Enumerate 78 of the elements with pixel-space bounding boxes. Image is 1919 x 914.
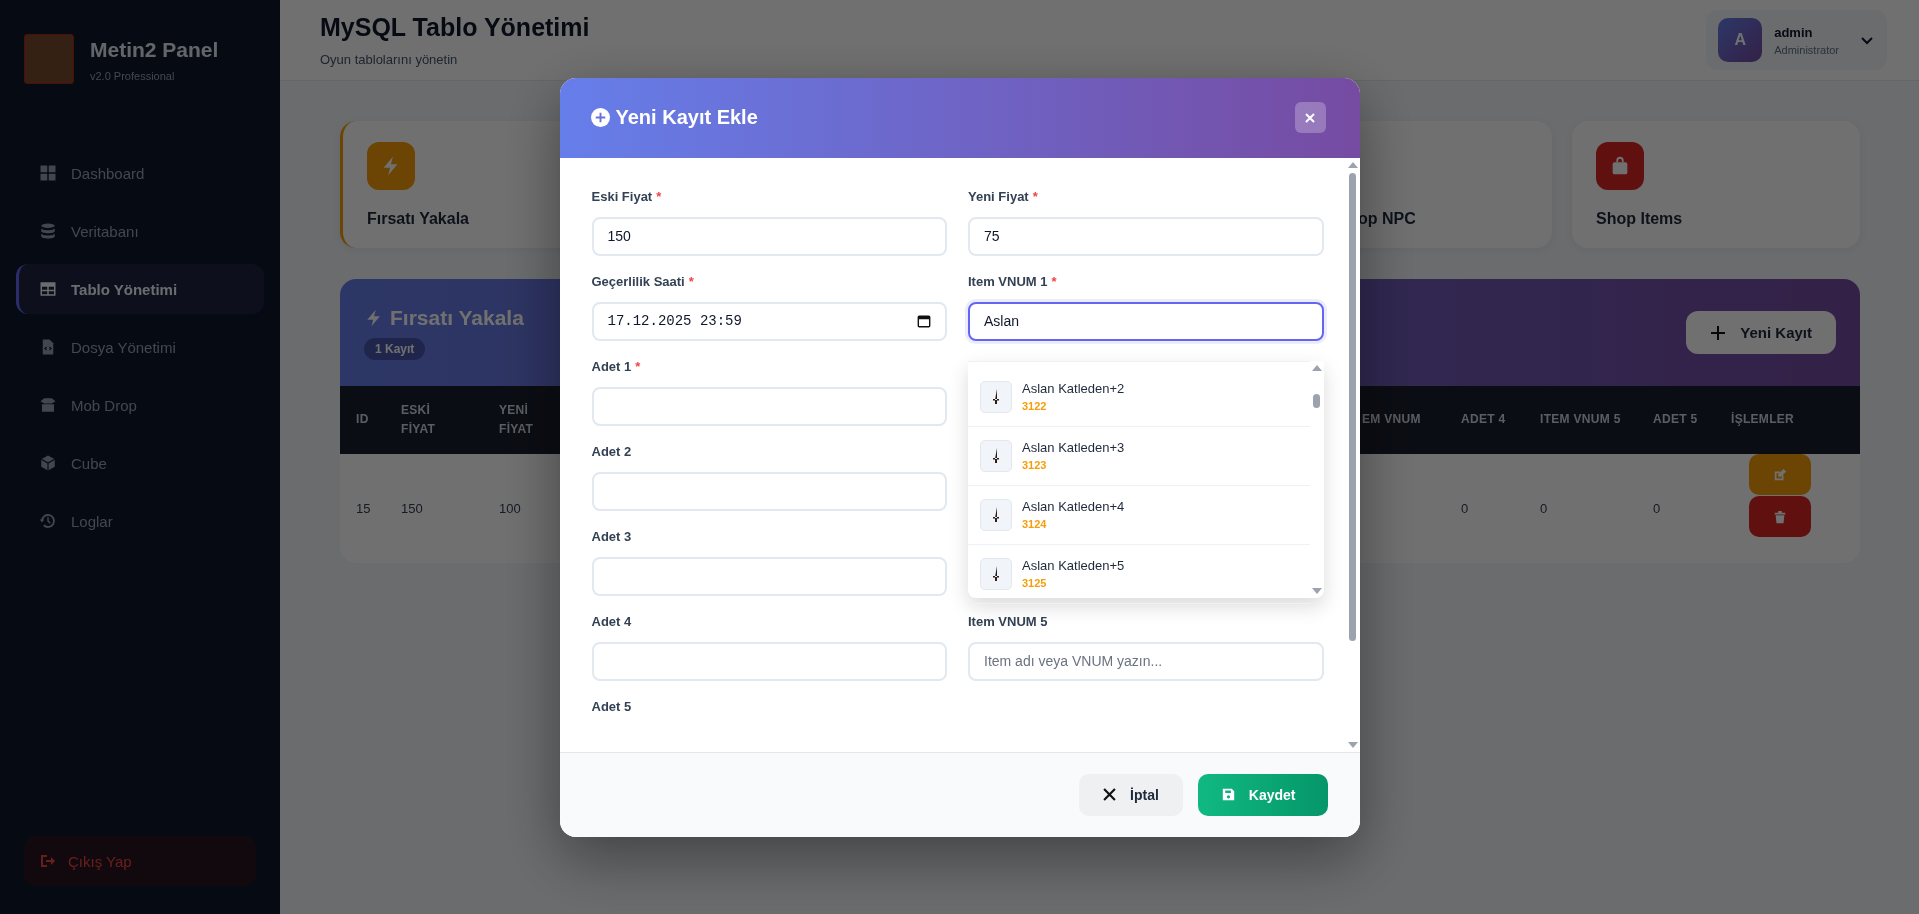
close-icon [1305, 112, 1315, 123]
input-field[interactable]: 75 [968, 216, 1324, 256]
input-field[interactable] [591, 386, 947, 426]
plus-icon [1710, 324, 1727, 341]
edit-button[interactable] [1748, 454, 1811, 495]
item-code: 3125 [1022, 577, 1048, 589]
item-name: Aslan Katleden+3 [1022, 440, 1125, 455]
box-icon [39, 396, 57, 414]
datetime-field[interactable]: 17.12.2025 23:59 [591, 301, 947, 341]
input-field[interactable] [591, 556, 947, 596]
table-cell-text: 0 [1460, 500, 1470, 518]
suggestion-item[interactable]: Aslan Katleden+4 3124 [968, 485, 1310, 545]
input-field[interactable]: Aslan [968, 301, 1324, 341]
brand-title: Metin2 Panel [90, 38, 219, 62]
user-avatar: A [1718, 18, 1763, 62]
input-field[interactable] [591, 641, 947, 681]
table-cell-text: 15 [355, 500, 372, 518]
field-label: Adet 3 [591, 528, 633, 545]
add-record-button[interactable]: Yeni Kayıt [1686, 311, 1836, 354]
trash-icon [1772, 509, 1787, 524]
plus-circle-icon [590, 108, 610, 127]
input-field[interactable] [591, 471, 947, 511]
history-icon [39, 512, 57, 530]
field-label: Adet 4 [591, 613, 633, 630]
table-cell-text: 0 [1539, 500, 1549, 518]
sidebar-item[interactable]: Cube [16, 438, 264, 488]
item-code: 3123 [1022, 459, 1048, 471]
cancel-button[interactable]: İptal [1079, 773, 1183, 816]
close-icon [1103, 788, 1117, 801]
user-name: admin [1774, 24, 1814, 40]
item-name: Aslan Katleden+2 [1022, 381, 1125, 396]
suggestion-item[interactable]: Aslan Katleden+5 3125 [968, 544, 1310, 604]
table-icon [39, 280, 57, 298]
field-label: Adet 2 [591, 443, 633, 460]
field-label: Adet 1 * [591, 358, 642, 375]
table-title: Fırsatı Yakala [364, 305, 524, 330]
field-label: Item VNUM 1 * [968, 273, 1058, 290]
user-role: Administrator [1774, 43, 1839, 56]
item-code: 3124 [1022, 518, 1048, 530]
avatar-placeholder [24, 34, 74, 84]
brand-subtitle: v2.0 Professional [90, 70, 176, 82]
column-header: İŞLEMLER [1715, 386, 1860, 454]
suggestion-item[interactable]: Aslan Katleden+3 3123 [968, 426, 1310, 486]
logout-icon [40, 853, 56, 869]
column-header: ADET 5 [1637, 386, 1715, 454]
page-subtitle: Oyun tablolarını yönetin [320, 52, 459, 67]
input-field[interactable]: 150 [591, 216, 947, 256]
table-cell-text: 150 [400, 500, 424, 518]
suggestion-item[interactable]: Aslan Katleden+2 3122 [968, 367, 1310, 427]
save-button[interactable]: Kaydet [1197, 773, 1328, 816]
column-header: ADET 4 [1445, 386, 1524, 454]
delete-button[interactable] [1748, 496, 1811, 537]
edit-icon [1772, 467, 1787, 482]
page-title: MySQL Tablo Yönetimi [320, 13, 590, 42]
table-card[interactable]: Shop Items [1572, 121, 1860, 248]
sidebar-item[interactable]: Veritabanı [16, 206, 264, 256]
field-label: Item VNUM 5 [968, 613, 1049, 630]
table-cell-text: 0 [1652, 500, 1662, 518]
sidebar-item[interactable]: Dosya Yönetimi [16, 322, 264, 372]
user-menu[interactable]: A admin Administrator [1706, 10, 1887, 70]
cube-icon [39, 454, 57, 472]
table-cell-text: 100 [498, 500, 522, 518]
field-label: Geçerlilik Saati * [591, 273, 695, 290]
column-header: ITEM VNUM 5 [1524, 386, 1637, 454]
sidebar-item[interactable]: Dashboard [16, 148, 264, 198]
sidebar-item[interactable]: Mob Drop [16, 380, 264, 430]
item-name: Aslan Katleden+4 [1022, 499, 1125, 514]
database-icon [39, 222, 57, 240]
calendar-icon [917, 314, 931, 328]
close-button[interactable] [1294, 102, 1326, 133]
sidebar-item[interactable]: Loglar [16, 496, 264, 546]
input-field[interactable]: Item adı veya VNUM yazın... [968, 641, 1324, 681]
item-code: 3122 [1022, 400, 1048, 412]
item-name: Aslan Katleden+5 [1022, 558, 1125, 573]
field-label: Yeni Fiyat * [968, 188, 1039, 205]
sidebar-item[interactable]: Tablo Yönetimi [16, 264, 264, 314]
field-label: Adet 5 [591, 698, 633, 715]
grid-icon [39, 164, 57, 182]
